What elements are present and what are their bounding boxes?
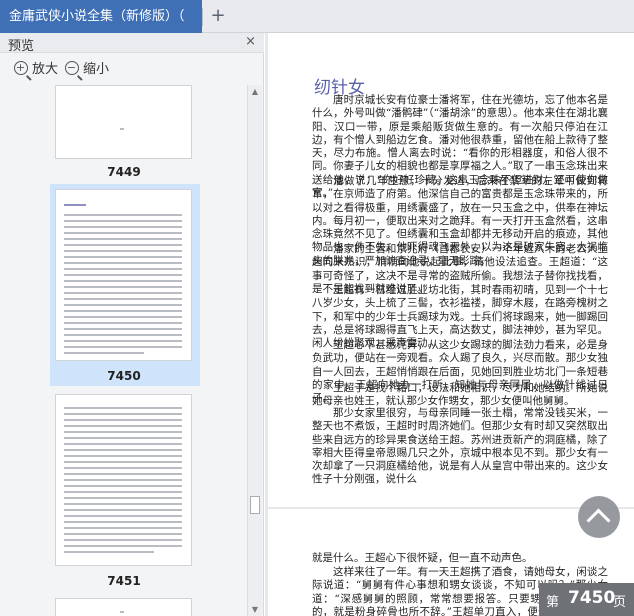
zoom-out-button[interactable]: − 缩小 [65, 60, 109, 80]
scroll-up-icon[interactable]: ▲ [248, 87, 262, 96]
thumbnail-page-number: 7450 [107, 369, 141, 383]
page-indicator-prefix: 第 [546, 595, 560, 610]
zoom-out-label: 缩小 [83, 62, 110, 77]
thumbnail-scrollbar[interactable]: ▲ ▼ [247, 85, 262, 616]
zoom-in-button[interactable]: + 放大 [14, 60, 58, 80]
thumbnail-page-number: 7451 [107, 574, 141, 588]
page-indicator: 第 7450 页 [539, 583, 634, 616]
tab-bar: 金庸武侠小说全集（新修版）（ + [0, 0, 634, 34]
page-thumbnail-selected[interactable] [55, 189, 192, 361]
document-view[interactable]: 纫针女 唐时京城长安有位豪士潘将军，住在光德坊，忘了他本名是什么，外号叫做“潘鹘… [265, 33, 634, 616]
page-indicator-suffix: 页 [613, 595, 627, 610]
preview-panel: 预览 × + 放大 − 缩小 7449 7450 7451 ▲ ▼ [0, 33, 264, 616]
zoom-out-icon: − [65, 61, 79, 75]
preview-panel-title: 预览 [8, 39, 35, 54]
scrollbar-thumb[interactable] [250, 496, 260, 514]
zoom-in-icon: + [14, 61, 28, 75]
zoom-in-label: 放大 [32, 62, 59, 77]
page-thumbnail[interactable] [55, 85, 192, 159]
paragraph: 就是什么。王超心下很怀疑，但一直不动声色。 [312, 552, 533, 564]
page-thumbnail[interactable] [55, 394, 192, 566]
plus-icon: + [210, 5, 226, 26]
scroll-down-icon[interactable]: ▼ [248, 605, 262, 614]
tab-divider [202, 8, 203, 26]
page-indicator-number: 7450 [568, 588, 616, 608]
paragraph: 那少女家里很穷，与母亲同睡一张土榻，常常没钱买米，一整天也不煮饭，王超时时周济她… [312, 407, 608, 486]
close-icon[interactable]: × [245, 34, 256, 49]
new-tab-button[interactable]: + [207, 4, 229, 28]
page-thumbnail[interactable] [55, 598, 192, 616]
thumbnail-page-number: 7449 [107, 165, 141, 179]
back-to-top-button[interactable] [578, 496, 620, 538]
document-tab[interactable]: 金庸武侠小说全集（新修版）（ [0, 0, 202, 34]
preview-panel-header: 预览 × [0, 33, 264, 54]
document-page: 纫针女 唐时京城长安有位豪士潘将军，住在光德坊，忘了他本名是什么，外号叫做“潘鹘… [268, 33, 634, 507]
document-tab-title: 金庸武侠小说全集（新修版）（ [9, 9, 185, 24]
paragraph: 王超于是找个藉口，设法和她相识，尽力和她结纳。所她说她母亲也姓王，就认那少女作甥… [312, 382, 608, 408]
thumbnail-list[interactable]: 7449 7450 7451 [3, 85, 247, 616]
